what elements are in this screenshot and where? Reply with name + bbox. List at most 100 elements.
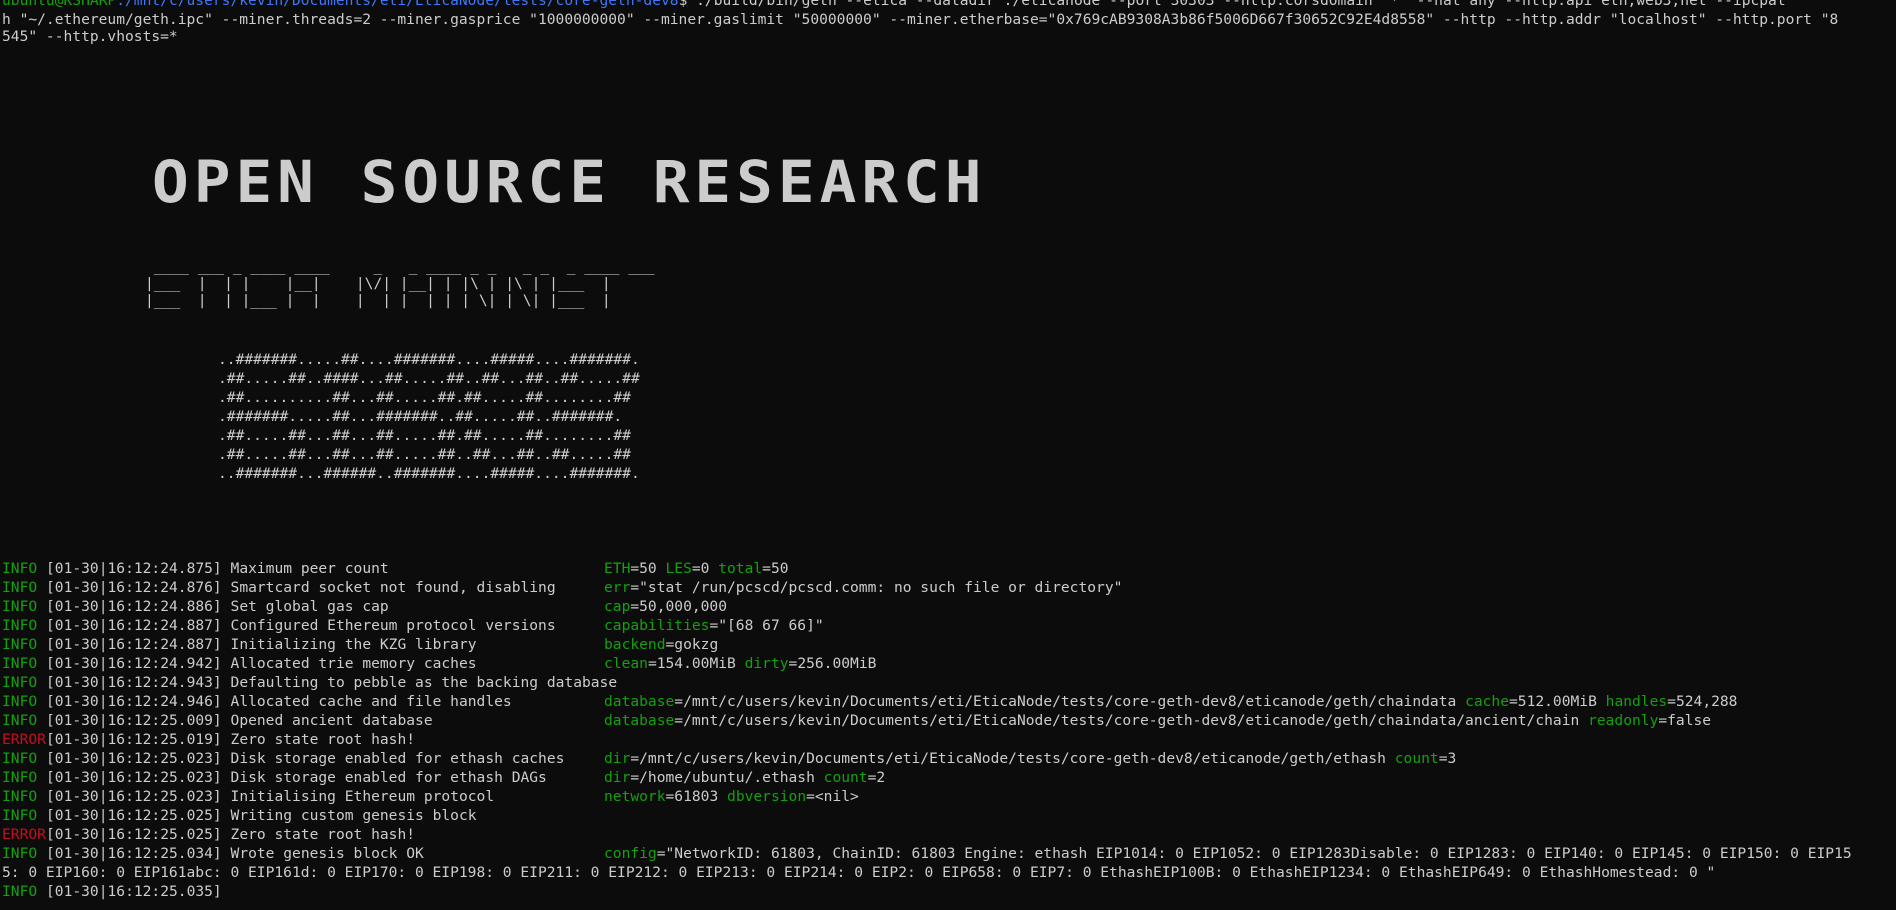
log-output: INFO [01-30|16:12:24.875] Maximum peer co… xyxy=(0,559,1896,901)
terminal-window[interactable]: ubuntu@KSHARP:/mnt/c/users/kevin/Documen… xyxy=(0,0,1896,910)
log-level: INFO xyxy=(2,560,38,577)
field-key: database xyxy=(604,712,675,729)
log-row: INFO [01-30|16:12:24.946] Allocated cache… xyxy=(0,692,1896,711)
log-text: Wrote genesis block OK xyxy=(230,845,424,862)
field-key: readonly xyxy=(1588,712,1659,729)
field-key: count xyxy=(1394,750,1439,767)
field-value: =/mnt/c/users/kevin/Documents/eti/EticaN… xyxy=(674,693,1466,710)
log-message: [01-30|16:12:24.886] Set global gas cap xyxy=(46,597,389,616)
log-row: INFO [01-30|16:12:25.035] xyxy=(0,882,1896,901)
log-timestamp: [01-30|16:12:24.943] xyxy=(46,674,222,691)
field-key: cache xyxy=(1465,693,1509,710)
field-key: handles xyxy=(1605,693,1668,710)
ascii-line: .##.....##...##...##.....##..##...##..##… xyxy=(218,446,631,463)
log-row-wrap: 5: 0 EIP160: 0 EIP161abc: 0 EIP161d: 0 E… xyxy=(0,863,1896,882)
log-message: [01-30|16:12:24.876] Smartcard socket no… xyxy=(46,578,556,597)
field-value: =false xyxy=(1658,712,1712,729)
log-text: Smartcard socket not found, disabling xyxy=(230,579,556,596)
log-row: INFO [01-30|16:12:24.876] Smartcard socke… xyxy=(0,578,1896,597)
field-value: =0 xyxy=(691,560,719,577)
command-line-wrap: 545" --http.vhosts=* xyxy=(2,28,178,45)
log-level: INFO xyxy=(2,598,38,615)
log-fields: ETH=50 LES=0 total=50 xyxy=(604,559,789,578)
ascii-etica-mining: ____ ___ _ ____ ____ _ _ ____ _ _ _ _ _ … xyxy=(145,258,655,309)
log-level: ERROR xyxy=(2,731,46,748)
log-timestamp: [01-30|16:12:24.876] xyxy=(46,579,222,596)
log-message: [01-30|16:12:24.943] Defaulting to pebbl… xyxy=(46,673,617,692)
command-args: ./build/bin/geth --etica --datadir ./eti… xyxy=(687,0,1786,9)
log-text: Allocated cache and file handles xyxy=(230,693,512,710)
prompt-path: :/mnt/c/users/kevin/Documents/eti/EticaN… xyxy=(116,0,679,9)
field-value: =50 xyxy=(630,560,666,577)
log-message: [01-30|16:12:25.023] Initialising Ethere… xyxy=(46,787,494,806)
log-text: Disk storage enabled for ethash caches xyxy=(230,750,565,767)
log-text: Maximum peer count xyxy=(230,560,389,577)
field-key: network xyxy=(604,788,666,805)
log-message: [01-30|16:12:25.019] Zero state root has… xyxy=(46,730,415,749)
log-row: INFO [01-30|16:12:24.887] Initializing th… xyxy=(0,635,1896,654)
log-timestamp: [01-30|16:12:25.009] xyxy=(46,712,222,729)
log-text: Initializing the KZG library xyxy=(230,636,477,653)
log-row: INFO [01-30|16:12:24.942] Allocated trie … xyxy=(0,654,1896,673)
field-value: =154.00MiB xyxy=(647,655,745,672)
ascii-line: .##..........##...##.....##.##.....##...… xyxy=(218,389,631,406)
log-message: [01-30|16:12:25.034] Wrote genesis block… xyxy=(46,844,424,863)
log-fields: capabilities="[68 67 66]" xyxy=(604,616,824,635)
field-value: ="NetworkID: 61803, ChainID: 61803 Engin… xyxy=(656,845,1852,862)
log-row: INFO [01-30|16:12:25.023] Disk storage en… xyxy=(0,749,1896,768)
banner-title: OPEN SOURCE RESEARCH xyxy=(152,148,987,217)
field-key: dbversion xyxy=(727,788,807,805)
field-value: =gokzg xyxy=(665,636,719,653)
ascii-line: |___ | | |___ | | | | | | | | \| | \| |_… xyxy=(145,292,620,309)
ascii-line: .##.....##..####...##.....##..##...##..#… xyxy=(218,370,640,387)
log-fields: database=/mnt/c/users/kevin/Documents/et… xyxy=(604,711,1711,730)
log-timestamp: [01-30|16:12:25.023] xyxy=(46,769,222,786)
log-message: [01-30|16:12:24.946] Allocated cache and… xyxy=(46,692,512,711)
log-fields: backend=gokzg xyxy=(604,635,718,654)
log-fields: cap=50,000,000 xyxy=(604,597,727,616)
log-timestamp: [01-30|16:12:24.875] xyxy=(46,560,222,577)
log-row: ERROR [01-30|16:12:25.025] Zero state roo… xyxy=(0,825,1896,844)
log-row: INFO [01-30|16:12:25.025] Writing custom … xyxy=(0,806,1896,825)
log-message: [01-30|16:12:24.887] Initializing the KZ… xyxy=(46,635,477,654)
log-message: [01-30|16:12:25.023] Disk storage enable… xyxy=(46,768,547,787)
log-timestamp: [01-30|16:12:25.023] xyxy=(46,750,222,767)
field-value: =61803 xyxy=(665,788,728,805)
log-level: INFO xyxy=(2,617,38,634)
log-wrap-text: 5: 0 EIP160: 0 EIP161abc: 0 EIP161d: 0 E… xyxy=(2,864,1716,881)
log-timestamp: [01-30|16:12:25.034] xyxy=(46,845,222,862)
field-key: LES xyxy=(665,560,692,577)
log-row: INFO [01-30|16:12:24.875] Maximum peer co… xyxy=(0,559,1896,578)
field-value: ="stat /run/pcscd/pcscd.comm: no such fi… xyxy=(630,579,1123,596)
log-text: Zero state root hash! xyxy=(230,731,416,748)
field-key: backend xyxy=(604,636,666,653)
ascii-line: .#######.....##...#######..##.....##..##… xyxy=(218,408,623,425)
log-row: INFO [01-30|16:12:25.034] Wrote genesis b… xyxy=(0,844,1896,863)
log-level: INFO xyxy=(2,883,38,900)
log-fields: network=61803 dbversion=<nil> xyxy=(604,787,859,806)
log-text: Zero state root hash! xyxy=(230,826,416,843)
log-row: INFO [01-30|16:12:25.023] Disk storage en… xyxy=(0,768,1896,787)
log-text: Defaulting to pebble as the backing data… xyxy=(230,674,618,691)
field-key: capabilities xyxy=(604,617,710,634)
field-value: =512.00MiB xyxy=(1509,693,1606,710)
log-fields: dir=/mnt/c/users/kevin/Documents/eti/Eti… xyxy=(604,749,1456,768)
log-level: INFO xyxy=(2,655,38,672)
log-fields: clean=154.00MiB dirty=256.00MiB xyxy=(604,654,876,673)
log-level: INFO xyxy=(2,845,38,862)
field-value: =2 xyxy=(867,769,886,786)
log-timestamp: [01-30|16:12:24.887] xyxy=(46,617,222,634)
ascii-line: ..#######...######..#######....#####....… xyxy=(218,465,640,482)
field-key: config xyxy=(604,845,657,862)
log-row: INFO [01-30|16:12:25.009] Opened ancient … xyxy=(0,711,1896,730)
log-row: INFO [01-30|16:12:25.023] Initialising Et… xyxy=(0,787,1896,806)
log-timestamp: [01-30|16:12:25.035] xyxy=(46,883,222,900)
field-key: err xyxy=(604,579,631,596)
field-value: ="[68 67 66]" xyxy=(709,617,824,634)
log-message: [01-30|16:12:24.887] Configured Ethereum… xyxy=(46,616,556,635)
log-timestamp: [01-30|16:12:25.023] xyxy=(46,788,222,805)
field-key: clean xyxy=(604,655,648,672)
field-value: =50 xyxy=(762,560,789,577)
log-timestamp: [01-30|16:12:24.887] xyxy=(46,636,222,653)
log-level: ERROR xyxy=(2,826,46,843)
